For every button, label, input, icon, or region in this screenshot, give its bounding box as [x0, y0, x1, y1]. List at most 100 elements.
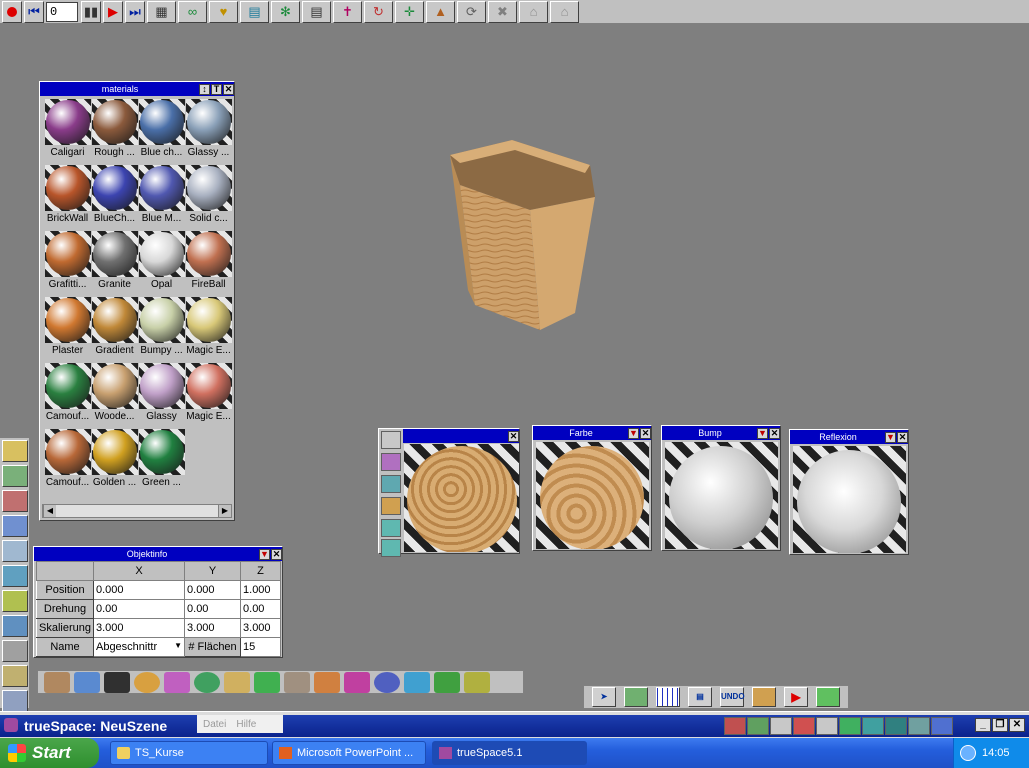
cup-icon[interactable]: [44, 671, 70, 693]
material-item[interactable]: Plaster: [44, 297, 91, 363]
material-item[interactable]: Opal: [138, 231, 185, 297]
paint-icon[interactable]: [381, 497, 401, 515]
drehung-y-field[interactable]: 0.00: [184, 599, 242, 619]
sphere-shape-icon[interactable]: [381, 539, 401, 557]
drehung-z-field[interactable]: 0.00: [240, 599, 281, 619]
cloth-icon[interactable]: [284, 671, 310, 693]
rotate-button[interactable]: ↻: [364, 0, 393, 23]
material-item[interactable]: Caligari: [44, 99, 91, 165]
frame-field[interactable]: 0: [46, 1, 78, 22]
spheres-icon[interactable]: [194, 671, 220, 693]
step-back-button[interactable]: ▮▮: [81, 0, 101, 23]
path-button[interactable]: ∞: [178, 0, 207, 23]
dropdown-icon[interactable]: ▼: [885, 431, 896, 443]
skalierung-y-field[interactable]: 3.000: [184, 618, 242, 638]
spring-icon[interactable]: [344, 671, 370, 693]
palette-icon[interactable]: [314, 671, 340, 693]
close-icon[interactable]: ✕: [769, 427, 780, 439]
select-arrow-icon[interactable]: ➤: [592, 687, 616, 707]
task-ts-kurse[interactable]: TS_Kurse: [110, 741, 268, 765]
deform-tool-button[interactable]: [2, 465, 28, 487]
material-item[interactable]: FireBall: [185, 231, 232, 297]
cube-icon[interactable]: [624, 687, 648, 707]
material-item[interactable]: Blue ch...: [138, 99, 185, 165]
bend-icon[interactable]: [74, 671, 100, 693]
material-item[interactable]: Glassy: [138, 363, 185, 429]
task-truespace[interactable]: trueSpace5.1: [432, 741, 587, 765]
close-icon[interactable]: ✕: [897, 431, 908, 443]
material-tool-button[interactable]: [2, 440, 28, 462]
primitives-tool-button[interactable]: [2, 515, 28, 537]
grass-icon[interactable]: [434, 671, 460, 693]
record-button[interactable]: [2, 0, 22, 23]
task-powerpoint[interactable]: Microsoft PowerPoint ...: [272, 741, 426, 765]
close-icon[interactable]: ✕: [508, 430, 519, 442]
undo-view-button[interactable]: ⟳: [457, 0, 486, 23]
grid-icon[interactable]: [656, 687, 680, 707]
film-status-icon[interactable]: [816, 717, 838, 735]
scale-button[interactable]: ✖: [488, 0, 517, 23]
material-item[interactable]: Bumpy ...: [138, 297, 185, 363]
menu-datei[interactable]: Datei: [203, 719, 226, 730]
lattice-status-icon[interactable]: [908, 717, 930, 735]
torus-icon[interactable]: [134, 671, 160, 693]
material-item[interactable]: Camouf...: [44, 363, 91, 429]
material-item[interactable]: Green ...: [138, 429, 185, 495]
render-tool-button[interactable]: [2, 590, 28, 612]
bars-status-icon[interactable]: [885, 717, 907, 735]
materials-scrollbar[interactable]: ◀ ▶: [42, 504, 232, 518]
material-item[interactable]: Grafitti...: [44, 231, 91, 297]
play-icon[interactable]: ▶: [784, 687, 808, 707]
material-item[interactable]: Gradient: [91, 297, 138, 363]
close-icon[interactable]: ✕: [640, 427, 651, 439]
reflexion-titlebar[interactable]: Reflexion ▼ ✕: [790, 430, 908, 444]
view-button[interactable]: ▤: [240, 0, 269, 23]
brush-icon[interactable]: [381, 475, 401, 493]
boolean-tool-button[interactable]: [2, 540, 28, 562]
material-item[interactable]: Magic E...: [185, 297, 232, 363]
name-select[interactable]: Abgeschnittr ▼: [92, 637, 186, 657]
faces-field[interactable]: 15: [240, 637, 281, 657]
scroll-right-icon[interactable]: ▶: [218, 505, 231, 517]
house-alt-button[interactable]: ⌂: [550, 0, 579, 23]
mesh-status-icon[interactable]: [839, 717, 861, 735]
objektinfo-titlebar[interactable]: Objektinfo ▼ ✕: [34, 547, 282, 561]
tools-tool-button[interactable]: [2, 640, 28, 662]
play-button[interactable]: ▶: [103, 0, 123, 23]
folder-tool-button[interactable]: [2, 665, 28, 687]
key-button[interactable]: ♥: [209, 0, 238, 23]
step-forward-button[interactable]: ⏭: [125, 0, 145, 23]
restore-button[interactable]: ❐: [992, 718, 1008, 732]
cube-status-icon[interactable]: [747, 717, 769, 735]
knot-icon[interactable]: [164, 671, 190, 693]
heart-icon[interactable]: [254, 671, 280, 693]
skalierung-x-field[interactable]: 3.000: [92, 618, 186, 638]
blank-status-icon[interactable]: [770, 717, 792, 735]
material-item[interactable]: Granite: [91, 231, 138, 297]
spreadsheet-button[interactable]: ▦: [147, 0, 176, 23]
skalierung-label[interactable]: Skalierung: [36, 618, 94, 638]
car-tool-button[interactable]: [2, 565, 28, 587]
close-icon[interactable]: ✕: [223, 83, 234, 95]
drehung-label[interactable]: Drehung: [36, 599, 94, 619]
film-icon[interactable]: [381, 431, 401, 449]
ruler-icon[interactable]: [752, 687, 776, 707]
axes-button[interactable]: ✝: [333, 0, 362, 23]
material-item[interactable]: Woode...: [91, 363, 138, 429]
position-label[interactable]: Position: [36, 580, 94, 600]
object-button[interactable]: ▲: [426, 0, 455, 23]
menu-hilfe[interactable]: Hilfe: [236, 719, 256, 730]
viewport-object[interactable]: [440, 135, 610, 340]
preview-titlebar[interactable]: ✕: [403, 429, 519, 443]
dropdown-icon[interactable]: ▼: [628, 427, 639, 439]
document-icon[interactable]: ▤: [688, 687, 712, 707]
material-item[interactable]: BrickWall: [44, 165, 91, 231]
house-button[interactable]: ⌂: [519, 0, 548, 23]
recycle-tool-button[interactable]: [2, 690, 28, 712]
farbe-titlebar[interactable]: Farbe ▼ ✕: [533, 426, 651, 440]
drehung-x-field[interactable]: 0.00: [92, 599, 186, 619]
position-x-field[interactable]: 0.000: [92, 580, 186, 600]
skalierung-z-field[interactable]: 3.000: [240, 618, 281, 638]
material-item[interactable]: Camouf...: [44, 429, 91, 495]
brush-icon[interactable]: [224, 671, 250, 693]
